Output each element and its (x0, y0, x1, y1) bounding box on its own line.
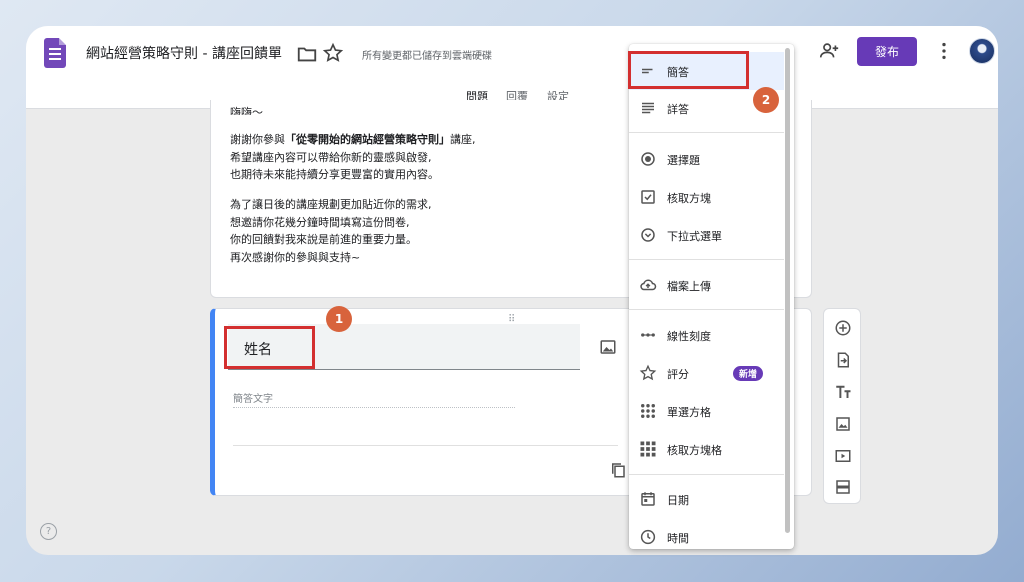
menu-item-rating[interactable]: 評分 新增 (629, 354, 784, 392)
menu-item-linear-scale[interactable]: 線性刻度 (629, 316, 784, 354)
menu-item-multiple-choice[interactable]: 選擇題 (629, 140, 784, 178)
description-paragraph-2: 為了讓日後的講座規劃更加貼近你的需求, 想邀請你花幾分鐘時間填寫這份問卷, 你的… (230, 198, 432, 264)
menu-item-date[interactable]: 日期 (629, 480, 784, 518)
question-footer-divider (233, 445, 618, 446)
save-status-text: 所有變更都已儲存到雲端硬碟 (362, 51, 492, 62)
menu-scrollbar[interactable] (785, 48, 790, 533)
floating-toolbar (823, 308, 861, 504)
grid-icon (641, 404, 655, 418)
add-image-icon[interactable] (599, 338, 617, 356)
import-questions-icon[interactable] (834, 351, 852, 369)
description-greeting: 嗨嗨～ (230, 106, 263, 115)
help-icon[interactable]: ? (40, 523, 57, 540)
menu-item-dropdown[interactable]: 下拉式選單 (629, 216, 784, 254)
publish-button[interactable]: 發布 (857, 37, 917, 66)
description-paragraph-1: 謝謝你參與「從零開始的網站經營策略守則」講座, 希望講座內容可以帶給你新的靈感與… (230, 133, 476, 181)
more-options-icon[interactable] (933, 40, 955, 62)
add-section-icon[interactable] (834, 478, 852, 496)
folder-icon[interactable] (296, 43, 318, 65)
star-icon (639, 364, 657, 381)
dropdown-icon (641, 228, 655, 242)
top-bar: 網站經營策略守則 - 講座回饋單 所有變更都已儲存到雲端硬碟 發布 問題 回覆 … (26, 26, 998, 109)
step-marker-2: 2 (753, 87, 779, 113)
radio-icon (641, 152, 655, 166)
menu-item-file-upload[interactable]: 檔案上傳 (629, 266, 784, 304)
short-answer-placeholder: 簡答文字 (233, 390, 515, 408)
add-title-icon[interactable] (834, 383, 852, 401)
paragraph-icon (642, 102, 654, 114)
calendar-icon (641, 492, 655, 506)
app-window: 網站經營策略守則 - 講座回饋單 所有變更都已儲存到雲端硬碟 發布 問題 回覆 … (26, 26, 998, 555)
question-type-menu: 簡答 詳答 選擇題 核取方塊 下拉式選單 檔案上傳 線性刻度 評分 新增 單選方… (629, 44, 794, 549)
menu-item-time[interactable]: 時間 (629, 518, 784, 549)
forms-logo-icon[interactable] (44, 38, 66, 68)
linear-scale-icon (641, 333, 655, 337)
add-video-icon[interactable] (834, 447, 852, 465)
duplicate-icon[interactable] (609, 461, 627, 479)
clock-icon (640, 529, 656, 545)
new-badge: 新增 (733, 366, 764, 381)
document-title[interactable]: 網站經營策略守則 - 講座回饋單 (86, 43, 282, 63)
step-marker-1: 1 (326, 306, 352, 332)
add-question-icon[interactable] (834, 319, 852, 337)
menu-item-checkbox-grid[interactable]: 核取方塊格 (629, 430, 784, 468)
highlight-frame-title (224, 326, 315, 369)
menu-item-checkboxes[interactable]: 核取方塊 (629, 178, 784, 216)
checkbox-grid-icon (640, 441, 656, 457)
checkbox-icon (641, 190, 655, 204)
add-image-icon[interactable] (834, 415, 852, 433)
menu-divider (629, 474, 784, 475)
cloud-upload-icon (640, 279, 657, 291)
menu-divider (629, 132, 784, 133)
menu-divider (629, 309, 784, 310)
menu-divider (629, 259, 784, 260)
avatar[interactable] (969, 38, 995, 64)
add-collaborator-icon[interactable] (818, 40, 840, 62)
menu-item-multiple-choice-grid[interactable]: 單選方格 (629, 392, 784, 430)
star-icon[interactable] (322, 42, 344, 64)
highlight-frame-short-answer (628, 51, 749, 89)
